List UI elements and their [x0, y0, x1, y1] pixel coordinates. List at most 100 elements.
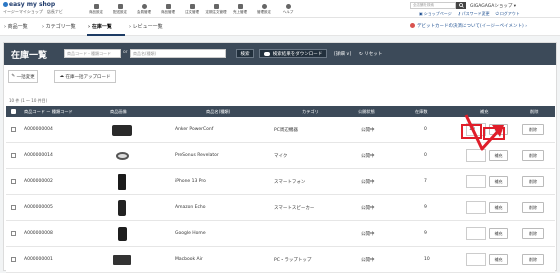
row-checkbox[interactable] [11, 257, 16, 262]
product-image [112, 172, 132, 192]
box-icon [165, 3, 171, 9]
subnav-label: レビュー一覧 [132, 24, 163, 30]
bulk-upload-label: 在庫一括アップロード [65, 74, 111, 80]
col-category[interactable]: カテゴリ [302, 109, 319, 115]
nav-label: 商品管理 [161, 9, 175, 14]
product-name[interactable]: Google Home [175, 231, 206, 236]
nav-item-product-settings[interactable]: 商品設定 [84, 1, 108, 17]
key-icon: ⚷ [457, 11, 461, 16]
logo[interactable]: easy my shop [3, 1, 55, 8]
subnav-item-categories[interactable]: › カテゴリ一覧 [42, 23, 76, 30]
logout-icon: ⏻ [495, 11, 499, 16]
product-code[interactable]: A000000008 [24, 231, 53, 236]
logout-link[interactable]: ⏻ログアウト [496, 11, 520, 17]
nav-item-sales[interactable]: 売上管理 [228, 1, 252, 17]
info-icon [261, 3, 267, 9]
nav-item-admin[interactable]: 管理設定 [252, 1, 276, 17]
col-stock[interactable]: 在庫数 [415, 109, 428, 115]
restock-quantity-input[interactable] [466, 253, 486, 266]
inventory-header: 在庫一覧 商品コード・種類コード or 商品名(種類) 検索 検索結果をダウンロ… [4, 43, 556, 65]
product-code[interactable]: A000000002 [24, 179, 53, 184]
code-search-input[interactable]: 商品コード・種類コード [64, 49, 121, 58]
product-code[interactable]: A000000014 [24, 153, 53, 158]
product-image [112, 224, 132, 244]
link-label: ログアウト [499, 11, 520, 16]
delete-button[interactable]: 削除 [522, 254, 544, 265]
shop-selector[interactable]: GIGAGAGAショップ ▾ [470, 3, 516, 9]
subnav-item-reviews[interactable]: › レビュー一覧 [129, 23, 163, 30]
bulk-upload-button[interactable]: ☁ 在庫一括アップロード [54, 70, 116, 83]
restock-quantity-input[interactable] [466, 227, 486, 240]
restock-button[interactable]: 補充 [489, 254, 508, 265]
product-status: 公開中 [361, 128, 375, 133]
reset-link[interactable]: ↻ リセット [359, 51, 382, 57]
cart-icon [189, 3, 195, 9]
search-button[interactable]: 検索 [236, 49, 254, 58]
select-all-checkbox[interactable] [11, 109, 16, 114]
stock-count: 10 [424, 257, 430, 262]
global-search-button[interactable] [456, 2, 466, 9]
restock-button[interactable]: 補充 [489, 202, 508, 213]
help-icon [285, 3, 291, 9]
account-links: ▣ショップページ ⚷パスワード変更 ⏻ログアウト [419, 11, 520, 17]
shop-page-link[interactable]: ▣ショップページ [419, 11, 452, 17]
nav-label: 定期注文管理 [205, 9, 227, 14]
col-code[interactable]: 商品コード ー 種類コード [24, 109, 73, 115]
restock-quantity-input[interactable] [466, 175, 486, 188]
row-checkbox[interactable] [11, 205, 16, 210]
restock-button[interactable]: 補充 [489, 176, 508, 187]
page-title: 在庫一覧 [11, 51, 48, 61]
notice-link[interactable]: デビットカードの決済について(イージーペイメント) › [410, 23, 527, 29]
delete-button[interactable]: 削除 [522, 176, 544, 187]
product-code[interactable]: A000000005 [24, 205, 53, 210]
change-password-link[interactable]: ⚷パスワード変更 [458, 11, 490, 17]
product-name[interactable]: iPhone 13 Pro [175, 179, 206, 184]
main-nav: 商品設定 配送設定 会員管理 商品管理 注文管理 定期注文管理 売上管理 管理設… [84, 1, 300, 17]
table-row: A000000001 Macbook Air PC・ラップトップ 公開中 10 … [6, 247, 555, 273]
product-name[interactable]: Macbook Air [175, 257, 203, 262]
stock-count: 0 [424, 127, 427, 132]
nav-item-subscriptions[interactable]: 定期注文管理 [204, 1, 228, 17]
row-checkbox[interactable] [11, 231, 16, 236]
product-code[interactable]: A000000004 [24, 127, 53, 132]
delete-button[interactable]: 削除 [522, 124, 544, 135]
row-checkbox[interactable] [11, 153, 16, 158]
product-code[interactable]: A000000001 [24, 257, 53, 262]
nav-item-orders[interactable]: 注文管理 [180, 1, 204, 17]
nav-item-help[interactable]: ヘルプ [276, 1, 300, 17]
col-status[interactable]: 公開状態 [358, 109, 375, 115]
product-name[interactable]: PreSonus Revelator [175, 153, 219, 158]
table-row: A000000005 Amazon Echo スマートスピーカー 公開中 9 補… [6, 195, 555, 221]
nav-item-products[interactable]: 商品管理 [156, 1, 180, 17]
stock-count: 0 [424, 153, 427, 158]
product-image [112, 120, 132, 140]
product-name[interactable]: Anker PowerConf [175, 127, 213, 132]
col-name[interactable]: 商品名(種類) [206, 109, 230, 115]
row-checkbox[interactable] [11, 127, 16, 132]
delete-button[interactable]: 削除 [522, 228, 544, 239]
reset-icon: ↻ [359, 52, 363, 57]
top-bar: easy my shop イージーマイショップ 店長ナビ 商品設定 配送設定 会… [0, 0, 560, 18]
delete-button[interactable]: 削除 [522, 150, 544, 161]
name-search-input[interactable]: 商品名(種類) [130, 49, 226, 58]
subnav-label: 商品一覧 [7, 24, 28, 30]
stock-count: 9 [424, 205, 427, 210]
product-category: PC・ラップトップ [274, 258, 312, 263]
product-status: 公開中 [361, 232, 375, 237]
restock-quantity-input[interactable] [466, 201, 486, 214]
product-name[interactable]: Amazon Echo [175, 205, 206, 210]
table-row: A000000008 Google Home 公開中 9 補充 削除 [6, 221, 555, 247]
download-results-button[interactable]: 検索結果をダウンロード [259, 49, 327, 58]
bulk-edit-button[interactable]: ✎ 一括変更 [8, 70, 38, 83]
pencil-icon: ✎ [11, 74, 16, 79]
subnav-item-products[interactable]: › 商品一覧 [4, 23, 28, 30]
restock-button[interactable]: 補充 [489, 228, 508, 239]
detail-search-toggle[interactable]: [詳細 ∨] [334, 51, 351, 57]
row-checkbox[interactable] [11, 179, 16, 184]
global-search-input[interactable]: 全店舗を検索 [410, 2, 456, 9]
subnav-item-inventory[interactable]: › 在庫一覧 [88, 23, 112, 30]
delete-button[interactable]: 削除 [522, 202, 544, 213]
nav-item-shipping[interactable]: 配送設定 [108, 1, 132, 17]
nav-item-members[interactable]: 会員管理 [132, 1, 156, 17]
nav-label: 会員管理 [137, 9, 151, 14]
